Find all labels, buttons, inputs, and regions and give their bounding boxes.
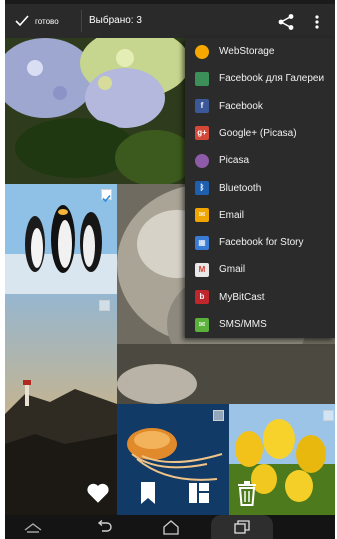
share-menu-item[interactable]: b MyBitCast	[185, 284, 335, 311]
selection-count-title: Выбрано: 3	[89, 15, 142, 26]
photo-checkbox[interactable]	[213, 410, 224, 421]
share-menu-item[interactable]: ✉ Email	[185, 202, 335, 229]
overflow-menu-button[interactable]	[314, 14, 320, 30]
favorite-button[interactable]	[85, 480, 111, 506]
share-menu-item[interactable]: ✉ SMS/MMS	[185, 311, 335, 338]
photo-checkbox[interactable]	[99, 300, 110, 311]
share-menu-item[interactable]: ▦ Facebook for Story	[185, 229, 335, 256]
back-icon	[97, 520, 112, 532]
share-menu-item-label: Facebook for Story	[219, 237, 304, 249]
more-vertical-icon	[315, 15, 319, 29]
share-menu-item-label: Bluetooth	[219, 182, 262, 194]
webstorage-icon	[195, 44, 209, 59]
checkmark-icon	[102, 194, 111, 203]
share-menu-item[interactable]: WebStorage	[185, 38, 335, 65]
mybitcast-icon: b	[195, 290, 209, 305]
hydrangea-image	[5, 38, 185, 184]
photo-checkbox[interactable]	[323, 410, 334, 421]
bookmark-icon	[141, 482, 155, 504]
share-menu-item-label: Google+ (Picasa)	[219, 127, 297, 139]
bookmark-button[interactable]	[138, 480, 158, 506]
penguins-image	[5, 184, 117, 294]
selected-checkbox[interactable]	[101, 189, 112, 203]
nav-back-button[interactable]	[85, 515, 125, 539]
nav-home-button[interactable]	[151, 515, 191, 539]
share-menu-item[interactable]: f Facebook	[185, 93, 335, 120]
navigation-bar	[5, 515, 335, 539]
photo-jellyfish[interactable]	[117, 404, 229, 515]
share-icon	[278, 14, 294, 30]
share-menu-item-label: MyBitCast	[219, 291, 265, 303]
share-menu: WebStorage Facebook для Галереи f Facebook g…	[185, 38, 335, 338]
share-button[interactable]	[277, 13, 295, 31]
share-menu-item[interactable]: ᛒ Bluetooth	[185, 175, 335, 202]
share-menu-item-label: WebStorage	[219, 46, 275, 57]
collage-button[interactable]	[187, 481, 211, 505]
share-menu-item[interactable]: g+ Google+ (Picasa)	[185, 120, 335, 147]
share-menu-item[interactable]: Picasa	[185, 147, 335, 174]
gallery-image-icon	[195, 71, 209, 86]
nav-up-button[interactable]	[13, 515, 53, 539]
gallery-screen: готово Выбрано: 3 WebStorage Facebook для…	[5, 0, 335, 539]
recent-apps-icon	[234, 520, 250, 534]
photo-hydrangea[interactable]	[5, 38, 185, 184]
action-bar-divider	[81, 10, 82, 32]
share-menu-item[interactable]: Facebook для Галереи	[185, 65, 335, 92]
home-icon	[163, 520, 179, 535]
share-menu-item-label: Gmail	[219, 264, 246, 276]
share-menu-item-label: SMS/MMS	[219, 319, 267, 330]
share-menu-item-label: Email	[219, 209, 245, 221]
google-plus-icon: g+	[195, 126, 209, 141]
action-bar: готово Выбрано: 3	[5, 4, 335, 38]
bluetooth-icon: ᛒ	[195, 181, 209, 195]
share-menu-item-label: Picasa	[219, 155, 250, 167]
nav-recent-apps-button[interactable]	[211, 515, 273, 539]
facebook-story-icon: ▦	[195, 235, 209, 250]
share-menu-item-label: Facebook для Галереи	[219, 73, 325, 85]
checkmark-icon	[15, 15, 29, 27]
done-button[interactable]: готово	[15, 10, 59, 32]
facebook-icon: f	[195, 99, 209, 114]
sms-icon: ✉	[195, 317, 209, 332]
layout-icon	[189, 483, 209, 503]
done-label: готово	[35, 16, 59, 26]
gmail-icon: M	[195, 262, 209, 277]
heart-icon	[87, 483, 109, 503]
picasa-icon	[195, 153, 209, 168]
share-menu-item-label: Facebook	[219, 100, 263, 112]
email-icon: ✉	[195, 208, 209, 223]
delete-button[interactable]	[236, 480, 258, 506]
home-up-icon	[24, 523, 42, 533]
trash-icon	[238, 481, 256, 506]
photo-penguins[interactable]	[5, 184, 117, 294]
share-menu-item[interactable]: M Gmail	[185, 256, 335, 283]
